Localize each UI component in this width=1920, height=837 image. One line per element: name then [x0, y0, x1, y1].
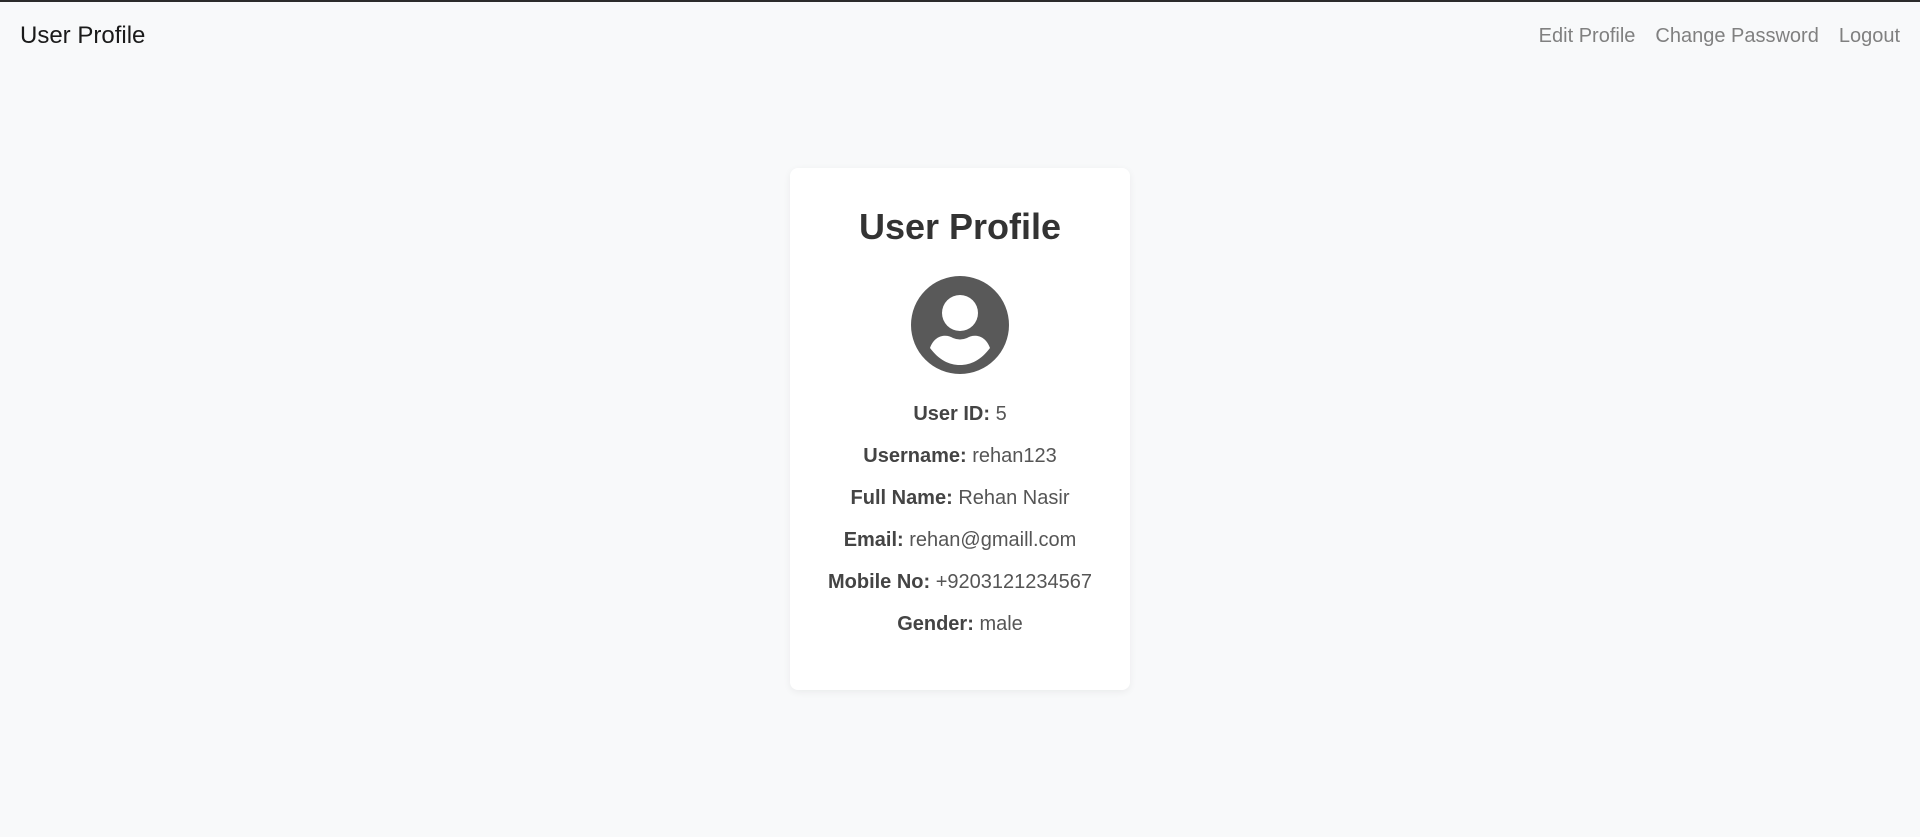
mobile-label: Mobile No: [827, 571, 936, 593]
profile-info: User ID: 5 Username: rehan123 Full Name:… [790, 402, 1130, 636]
navbar-brand[interactable]: User Profile [20, 22, 145, 50]
user-avatar-icon [911, 276, 1009, 374]
username-value: rehan123 [972, 445, 1057, 467]
gender-value: male [979, 613, 1023, 635]
change-password-link[interactable]: Change Password [1655, 25, 1818, 48]
full-name-row: Full Name: Rehan Nasir [790, 486, 1130, 510]
email-value: rehan@gmaill.com [909, 529, 1077, 551]
mobile-row: Mobile No: +9203121234567 [790, 570, 1130, 594]
username-row: Username: rehan123 [790, 444, 1130, 468]
navbar: User Profile Edit Profile Change Passwor… [0, 2, 1920, 70]
profile-card: User Profile User ID: 5 Username: rehan1… [790, 168, 1130, 690]
gender-label: Gender: [897, 613, 980, 635]
full-name-label: Full Name: [850, 487, 959, 509]
email-row: Email: rehan@gmaill.com [790, 528, 1130, 552]
mobile-value: +9203121234567 [935, 571, 1093, 593]
full-name-value: Rehan Nasir [958, 487, 1070, 509]
user-id-value: 5 [995, 403, 1007, 425]
edit-profile-link[interactable]: Edit Profile [1539, 25, 1636, 48]
card-title: User Profile [858, 206, 1062, 247]
user-id-row: User ID: 5 [790, 402, 1130, 426]
email-label: Email: [843, 529, 910, 551]
nav-links: Edit Profile Change Password Logout [1519, 25, 1900, 48]
gender-row: Gender: male [790, 612, 1130, 636]
logout-link[interactable]: Logout [1839, 25, 1900, 48]
username-label: Username: [863, 445, 973, 467]
user-id-label: User ID: [913, 403, 996, 425]
